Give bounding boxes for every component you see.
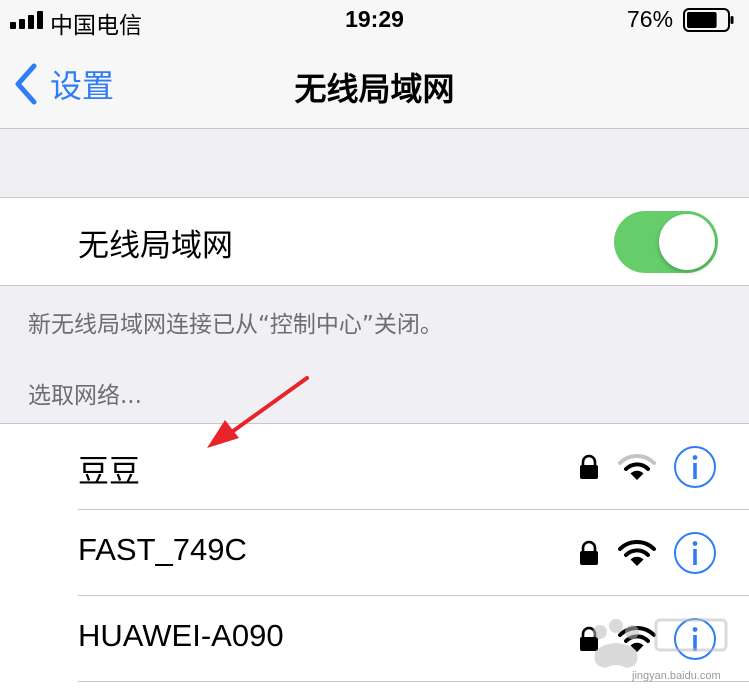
info-button[interactable] [673,531,717,575]
network-name: FAST_749C [78,532,247,567]
network-row[interactable]: FAST_749C [0,510,749,596]
battery-icon [683,8,734,32]
wifi-toggle-row: 无线局域网 [0,197,749,286]
lock-icon [580,540,598,565]
watermark-url: jingyan.baidu.com [632,670,721,682]
page-title: 无线局域网 [294,70,455,108]
wifi-icon [618,625,656,652]
network-name: HUAWEI-A090 [78,618,284,653]
network-list: 豆豆 FAST_749C HUAWEI-A090 [0,423,749,696]
wifi-icon [618,453,656,480]
info-button[interactable] [673,445,717,489]
toggle-knob [659,214,715,270]
wifi-toggle-label: 无线局域网 [78,228,233,264]
lock-icon [580,454,598,479]
control-center-footnote: 新无线局域网连接已从“控制中心”关闭。 [28,312,443,338]
wifi-toggle-switch[interactable] [614,211,718,273]
choose-network-header: 选取网络... [28,383,142,409]
lock-icon [580,626,598,651]
status-bar: 中国电信 19:29 76% [0,0,749,40]
network-row[interactable]: 豆豆 [0,424,749,510]
battery-percent: 76% [627,6,674,32]
network-name: 豆豆 [78,454,140,489]
network-row-partial[interactable] [0,682,749,696]
wifi-icon [618,539,656,566]
navigation-bar: 设置 无线局域网 [0,40,749,129]
info-button[interactable] [673,617,717,661]
